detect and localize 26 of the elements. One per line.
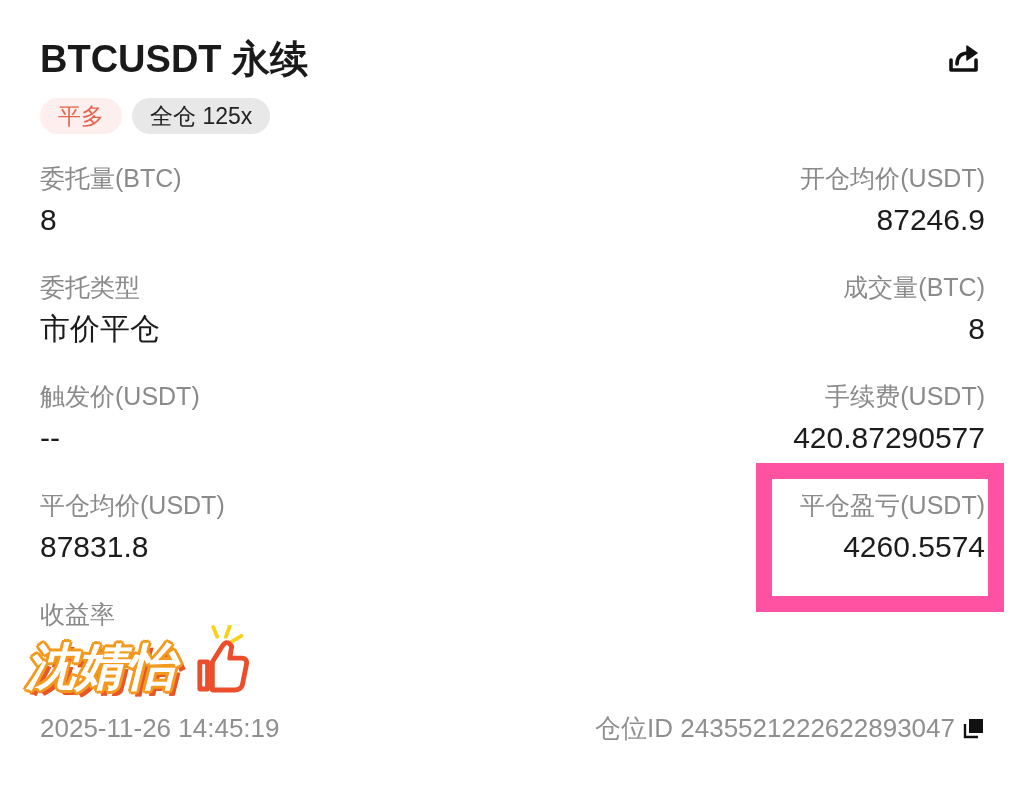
field-label: 委托类型 [40, 272, 140, 303]
order-time: 2025-11-26 14:45:19 [40, 712, 280, 744]
field-label: 开仓均价(USDT) [800, 163, 985, 194]
position-id: 仓位ID 2435521222622893047 [595, 712, 955, 744]
field-label: 平仓盈亏(USDT) [800, 490, 985, 521]
field-value: 87831.8 [40, 529, 149, 565]
field-label: 平仓均价(USDT) [40, 490, 225, 521]
field-value: -- [40, 420, 60, 456]
field-label: 手续费(USDT) [825, 381, 985, 412]
share-icon[interactable] [947, 43, 981, 75]
position-tag: 全仓 125x [132, 98, 271, 134]
field-value: 4260.5574 [843, 529, 985, 565]
position-tag: 平多 [40, 98, 122, 134]
field-value: 87246.9 [876, 202, 985, 238]
field-value: 8 [40, 202, 57, 238]
field-value: 420.87290577 [793, 420, 985, 456]
field-value: 市价平仓 [40, 311, 160, 347]
field-value: 8 [968, 311, 985, 347]
field-label: 成交量(BTC) [843, 272, 985, 303]
contract-title: BTCUSDT 永续 [40, 37, 309, 82]
field-label: 委托量(BTC) [40, 163, 182, 194]
sticker-text: 沈婧怡 [18, 634, 184, 700]
field-label: 触发价(USDT) [40, 381, 200, 412]
copy-icon[interactable] [963, 717, 985, 739]
field-label: 收益率 [40, 599, 115, 630]
thumbs-up-icon [194, 625, 252, 695]
